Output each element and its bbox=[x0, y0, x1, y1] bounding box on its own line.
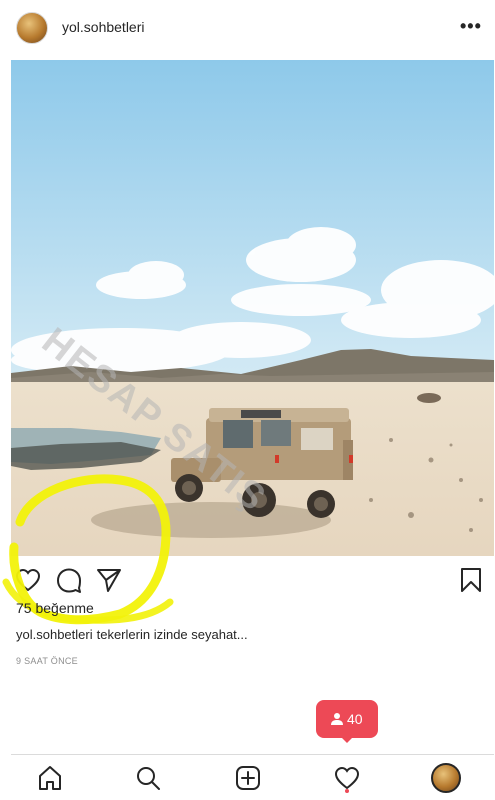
profile-avatar[interactable] bbox=[431, 763, 461, 793]
caption-username[interactable]: yol.sohbetleri bbox=[16, 627, 93, 642]
add-post-icon[interactable] bbox=[234, 764, 262, 792]
post-username[interactable]: yol.sohbetleri bbox=[62, 19, 145, 35]
paper-plane-icon[interactable] bbox=[95, 566, 123, 594]
activity-indicator-dot bbox=[345, 789, 349, 793]
post-action-bar bbox=[0, 562, 495, 602]
notification-count: 40 bbox=[347, 711, 363, 727]
avatar[interactable] bbox=[16, 12, 48, 44]
post-caption: yol.sohbetleri tekerlerin izinde seyahat.… bbox=[16, 627, 248, 642]
heart-icon[interactable] bbox=[14, 566, 42, 594]
home-icon[interactable] bbox=[36, 764, 64, 792]
follower-notification-badge[interactable]: 40 bbox=[316, 700, 378, 743]
search-icon[interactable] bbox=[134, 764, 162, 792]
comment-icon[interactable] bbox=[55, 566, 83, 594]
more-options-icon[interactable]: ••• bbox=[460, 17, 482, 35]
post-timestamp: 9 SAAT ÖNCE bbox=[16, 656, 78, 666]
bookmark-icon[interactable] bbox=[457, 566, 485, 594]
likes-count[interactable]: 75 beğenme bbox=[16, 600, 94, 616]
post-header: yol.sohbetleri ••• bbox=[0, 0, 495, 56]
person-icon bbox=[331, 713, 343, 725]
caption-text: tekerlerin izinde seyahat... bbox=[96, 627, 248, 642]
bottom-navigation bbox=[11, 754, 494, 800]
heart-icon[interactable] bbox=[333, 764, 361, 792]
